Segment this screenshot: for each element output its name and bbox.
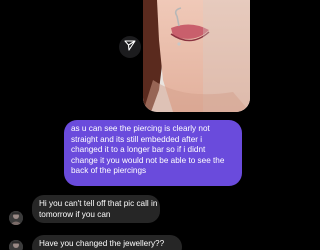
paper-plane-icon [124, 38, 136, 56]
share-button[interactable] [119, 36, 141, 58]
message-line: straight and its still embedded after i [71, 134, 203, 144]
chat-screen: as u can see the piercing is clearly not… [0, 0, 250, 250]
incoming-message-bubble[interactable]: Hi you can't tell off that pic call in t… [32, 195, 160, 223]
outgoing-message-bubble[interactable]: as u can see the piercing is clearly not… [64, 120, 242, 186]
incoming-message-bubble[interactable]: Have you changed the jewellery?? [32, 235, 182, 250]
message-line: changed it to a longer bar so if i didnt [71, 145, 206, 155]
message-line: change it you would not be able to see t… [71, 155, 225, 165]
message-line: Hi you can't tell off that pic call in [39, 199, 158, 208]
message-line: Have you changed the jewellery?? [39, 239, 165, 248]
message-line: as u can see the piercing is clearly not [71, 124, 210, 133]
contact-avatar[interactable] [9, 240, 23, 250]
message-line: tomorrow if you can [39, 209, 111, 219]
photo-image [143, 0, 250, 112]
contact-avatar[interactable] [9, 211, 23, 225]
shared-photo[interactable] [143, 0, 250, 112]
message-line: back of the piercings [71, 166, 147, 176]
